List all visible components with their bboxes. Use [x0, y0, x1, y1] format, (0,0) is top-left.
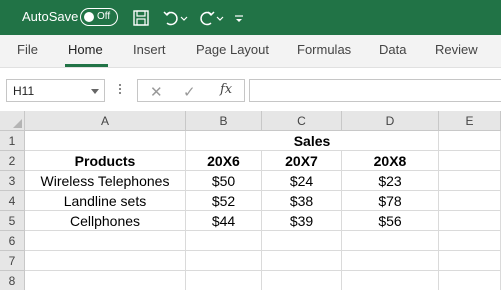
- cell-d4[interactable]: $78: [342, 191, 439, 211]
- autosave-state: Off: [97, 11, 111, 22]
- autosave-toggle[interactable]: Off: [80, 8, 118, 26]
- splitter-dots-icon[interactable]: [118, 82, 122, 98]
- cell-e4[interactable]: [439, 191, 501, 211]
- cell-b5[interactable]: $44: [186, 211, 262, 231]
- column-header-a[interactable]: A: [25, 111, 186, 131]
- enter-icon[interactable]: ✓: [183, 83, 196, 101]
- cell-d8[interactable]: [342, 271, 439, 290]
- cell-c4[interactable]: $38: [262, 191, 342, 211]
- column-header-b[interactable]: B: [186, 111, 262, 131]
- row-header-7[interactable]: 7: [0, 251, 25, 271]
- cell-b8[interactable]: [186, 271, 262, 290]
- insert-function-icon[interactable]: fx: [220, 82, 232, 97]
- row-header-6[interactable]: 6: [0, 231, 25, 251]
- cell-d2[interactable]: 20X8: [342, 151, 439, 171]
- row-header-1[interactable]: 1: [0, 131, 25, 151]
- cell-e5[interactable]: [439, 211, 501, 231]
- toggle-knob: [84, 12, 94, 22]
- tab-home[interactable]: Home: [68, 42, 103, 57]
- cell-b1-merged[interactable]: Sales: [186, 131, 439, 151]
- cell-d5[interactable]: $56: [342, 211, 439, 231]
- cell-d6[interactable]: [342, 231, 439, 251]
- undo-icon[interactable]: [161, 8, 181, 28]
- select-all-icon: [13, 119, 22, 128]
- tab-page-layout[interactable]: Page Layout: [196, 42, 269, 57]
- cell-a4[interactable]: Landline sets: [25, 191, 186, 211]
- cell-c6[interactable]: [262, 231, 342, 251]
- redo-icon[interactable]: [197, 8, 217, 28]
- select-all-corner[interactable]: [0, 111, 25, 131]
- cell-a1[interactable]: [25, 131, 186, 151]
- cell-c5[interactable]: $39: [262, 211, 342, 231]
- cell-c7[interactable]: [262, 251, 342, 271]
- cell-a3[interactable]: Wireless Telephones: [25, 171, 186, 191]
- row-header-4[interactable]: 4: [0, 191, 25, 211]
- cell-a8[interactable]: [25, 271, 186, 290]
- tab-formulas[interactable]: Formulas: [297, 42, 351, 57]
- undo-dropdown-icon[interactable]: [179, 8, 199, 28]
- cell-c3[interactable]: $24: [262, 171, 342, 191]
- column-header-c[interactable]: C: [262, 111, 342, 131]
- cell-a7[interactable]: [25, 251, 186, 271]
- cell-b7[interactable]: [186, 251, 262, 271]
- cell-d3[interactable]: $23: [342, 171, 439, 191]
- cell-b4[interactable]: $52: [186, 191, 262, 211]
- ribbon-tabs: File Home Insert Page Layout Formulas Da…: [0, 35, 501, 67]
- tab-review[interactable]: Review: [435, 42, 478, 57]
- cell-b3[interactable]: $50: [186, 171, 262, 191]
- tab-file[interactable]: File: [17, 42, 38, 57]
- cancel-icon[interactable]: ✕: [150, 83, 163, 101]
- autosave-label: AutoSave: [22, 9, 79, 24]
- formula-input[interactable]: [249, 79, 501, 102]
- formula-bar-area: H11 ✕ ✓ fx: [0, 67, 501, 111]
- cell-a5[interactable]: Cellphones: [25, 211, 186, 231]
- name-box-dropdown-icon[interactable]: [91, 89, 99, 94]
- cell-d7[interactable]: [342, 251, 439, 271]
- tab-data[interactable]: Data: [379, 42, 406, 57]
- cell-e1[interactable]: [439, 131, 501, 151]
- name-box-value: H11: [13, 84, 35, 98]
- row-header-5[interactable]: 5: [0, 211, 25, 231]
- cell-e8[interactable]: [439, 271, 501, 290]
- name-box[interactable]: H11: [6, 79, 105, 102]
- cell-a6[interactable]: [25, 231, 186, 251]
- column-header-d[interactable]: D: [342, 111, 439, 131]
- cell-c2[interactable]: 20X7: [262, 151, 342, 171]
- column-header-e[interactable]: E: [439, 111, 501, 131]
- row-header-3[interactable]: 3: [0, 171, 25, 191]
- cell-c8[interactable]: [262, 271, 342, 290]
- row-header-2[interactable]: 2: [0, 151, 25, 171]
- cell-b2[interactable]: 20X6: [186, 151, 262, 171]
- row-header-8[interactable]: 8: [0, 271, 25, 290]
- tab-insert[interactable]: Insert: [133, 42, 166, 57]
- save-icon[interactable]: [131, 8, 151, 28]
- cell-b6[interactable]: [186, 231, 262, 251]
- cell-a2[interactable]: Products: [25, 151, 186, 171]
- cell-e3[interactable]: [439, 171, 501, 191]
- cell-e2[interactable]: [439, 151, 501, 171]
- cell-e7[interactable]: [439, 251, 501, 271]
- spreadsheet-grid: A B C D E 1 2 3 4 5 6 7 8 Sales Products…: [0, 111, 501, 290]
- customize-toolbar-icon[interactable]: [232, 8, 252, 28]
- title-bar: AutoSave Off: [0, 0, 501, 35]
- cell-e6[interactable]: [439, 231, 501, 251]
